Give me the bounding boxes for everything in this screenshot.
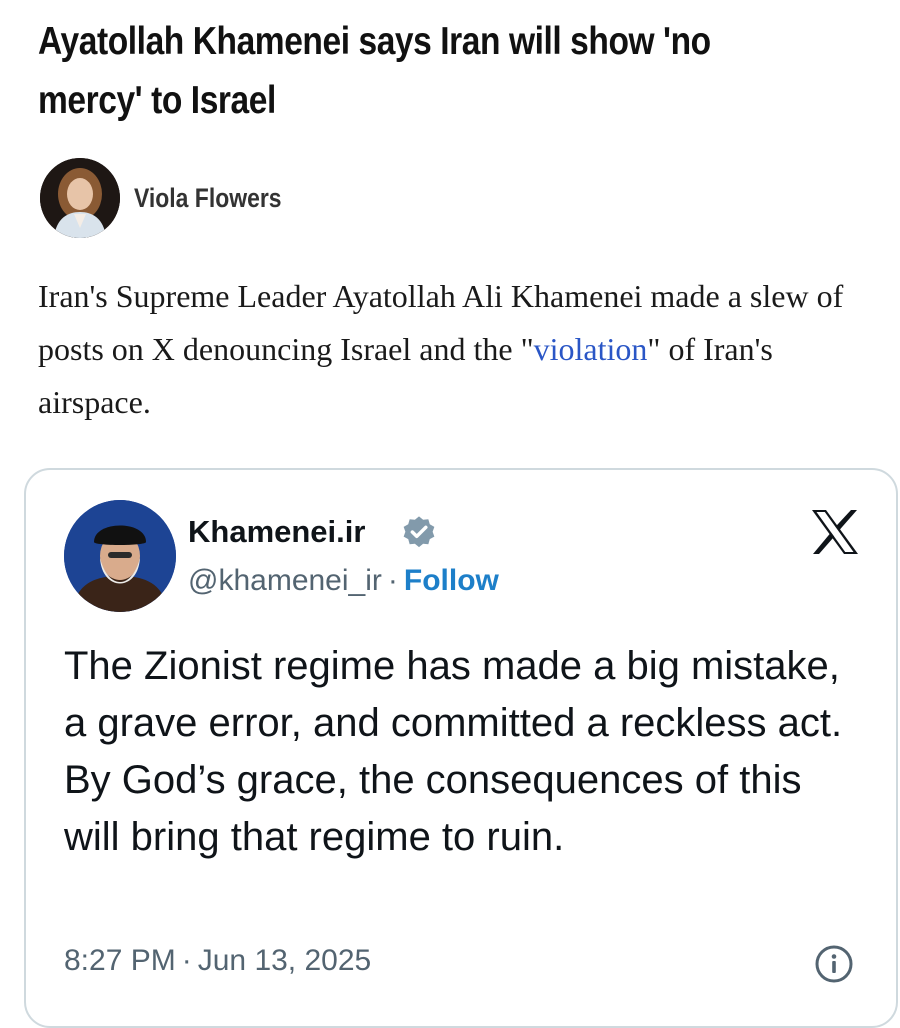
tweet-time: 8:27 PM <box>64 944 176 977</box>
tweet-author-avatar[interactable] <box>64 500 176 612</box>
author-byline[interactable]: Viola Flowers <box>40 158 308 238</box>
follow-button[interactable]: Follow <box>404 564 499 597</box>
tweet-display-name[interactable]: Khamenei.ir <box>188 514 365 550</box>
handle-separator: · <box>387 564 398 597</box>
author-avatar[interactable] <box>40 158 120 238</box>
verified-badge-icon <box>403 516 435 548</box>
violation-link[interactable]: violation <box>534 331 648 367</box>
author-name[interactable]: Viola Flowers <box>134 183 282 214</box>
author-photo-icon <box>40 158 120 238</box>
tweet-timestamp[interactable]: 8:27 PM · Jun 13, 2025 <box>64 944 371 978</box>
tweet-text: The Zionist regime has made a big mistak… <box>64 644 843 859</box>
tweet-author-photo-icon <box>64 500 176 612</box>
tweet-date: Jun 13, 2025 <box>197 944 372 977</box>
timestamp-separator: · <box>181 944 192 977</box>
x-logo-icon[interactable] <box>810 508 860 556</box>
info-icon[interactable] <box>814 944 854 984</box>
article-summary: Iran's Supreme Leader Ayatollah Ali Kham… <box>38 270 878 429</box>
tweet-handle-row: @khamenei_ir · Follow <box>188 564 499 598</box>
article-headline: Ayatollah Khamenei says Iran will show '… <box>38 20 711 122</box>
tweet-handle[interactable]: @khamenei_ir <box>188 564 382 597</box>
embedded-tweet-card[interactable]: Khamenei.ir @khamenei_ir · Follow The Zion… <box>24 468 898 1028</box>
